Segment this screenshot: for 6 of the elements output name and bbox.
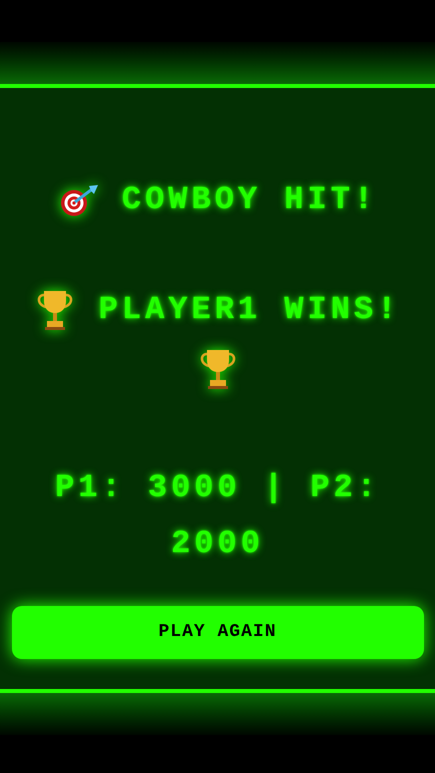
trophy-icon: [34, 289, 75, 331]
play-again-button[interactable]: PLAY AGAIN: [12, 606, 424, 659]
score-text: P1: 3000 | P2: 2000: [54, 468, 381, 564]
trophy-icon: [198, 348, 238, 390]
winner-message: PLAYER1 WINS!: [98, 290, 400, 330]
hit-message: COWBOY HIT!: [122, 180, 378, 220]
